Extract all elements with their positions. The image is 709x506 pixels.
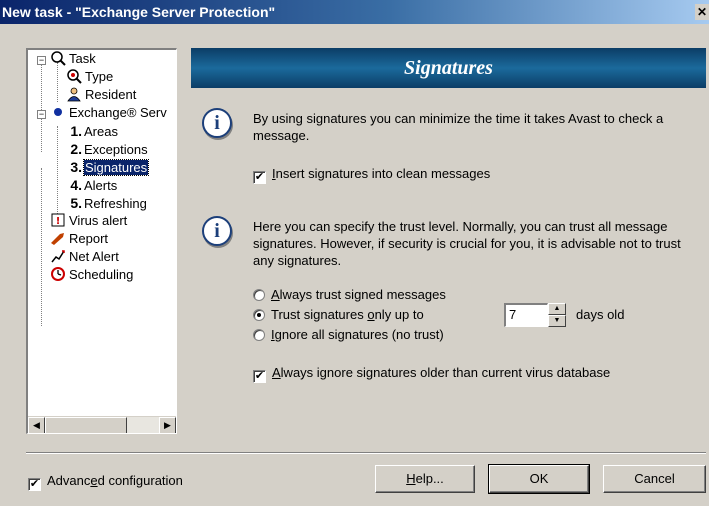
tree-item-scheduling[interactable]: Scheduling — [50, 266, 133, 284]
tree-item-label: Report — [69, 231, 109, 246]
trust-text: Here you can specify the trust level. No… — [253, 219, 681, 268]
accel-key: H — [406, 471, 416, 486]
spin-up-icon[interactable]: ▲ — [548, 303, 566, 315]
scroll-thumb[interactable] — [45, 417, 127, 433]
tree-item-label: Resident — [85, 87, 137, 102]
intro-text: By using signatures you can minimize the… — [253, 111, 664, 143]
tree-item-label: Refreshing — [84, 196, 147, 211]
radio-trust-up-to[interactable]: Trust signatures only up to — [253, 307, 424, 323]
tree-item-resident[interactable]: Resident — [66, 86, 136, 104]
checkbox-box[interactable]: ✔ — [253, 171, 266, 184]
step-number: 1. — [70, 123, 82, 139]
days-input[interactable]: 7 — [504, 303, 548, 327]
tree-horizontal-scrollbar[interactable]: ◀ ▶ — [28, 416, 176, 433]
checkbox-label: lways ignore signatures older than curre… — [280, 365, 611, 380]
info-icon: i — [202, 108, 232, 138]
task-icon — [50, 50, 66, 66]
radio-label: lways trust signed messages — [279, 287, 446, 302]
tree-item-areas[interactable]: 1. Areas — [64, 122, 118, 140]
type-icon — [66, 68, 82, 84]
tree-connector — [57, 62, 58, 102]
button-label: OK — [529, 471, 549, 486]
exchange-dot-icon — [50, 104, 66, 120]
report-icon — [50, 230, 66, 246]
svg-text:!: ! — [56, 216, 61, 227]
always-ignore-older-checkbox[interactable]: ✔ Always ignore signatures older than cur… — [253, 365, 611, 383]
tree-item-label: Exchange® Serv — [69, 105, 167, 120]
help-button[interactable]: Help... — [375, 465, 475, 493]
advanced-configuration-checkbox[interactable]: ✔ Advanced configuration — [28, 473, 183, 491]
checkbox-label: nsert signatures into clean messages — [275, 166, 491, 181]
radio-ignore-all[interactable]: Ignore all signatures (no trust) — [253, 327, 444, 343]
net-alert-icon — [50, 248, 66, 264]
checkbox-label: d configuration — [97, 473, 183, 488]
tree-item-task[interactable]: Task — [50, 50, 96, 68]
tree-item-alerts[interactable]: 4. Alerts — [64, 176, 117, 194]
tree-item-signatures[interactable]: 3. Signatures — [64, 158, 150, 176]
radio-label: nly up to — [374, 307, 424, 322]
checkbox-label: Advanc — [47, 473, 91, 488]
task-expander-icon[interactable]: − — [37, 56, 46, 65]
clock-icon — [50, 266, 66, 282]
task-tree[interactable]: − Task Type Resident − Exchange® Serv 1.… — [26, 48, 177, 434]
tree-connector — [41, 62, 42, 152]
tree-item-label: Signatures — [82, 159, 150, 176]
tree-item-label: Virus alert — [69, 213, 128, 228]
accel-key: A — [271, 287, 280, 302]
days-stepper[interactable]: 7 ▲ ▼ — [504, 303, 566, 327]
tree-item-label: Task — [69, 51, 96, 66]
tree-item-label: Type — [85, 69, 114, 84]
button-label: Cancel — [634, 471, 675, 486]
radio-label: Trust signatures — [271, 307, 368, 322]
radio-button[interactable] — [253, 309, 265, 321]
checkbox-box[interactable]: ✔ — [253, 370, 266, 383]
tree-connector — [57, 126, 58, 214]
info-icon: i — [202, 216, 232, 246]
checkbox-box[interactable]: ✔ — [28, 478, 41, 491]
button-label: elp... — [415, 471, 444, 486]
tree-item-exchange[interactable]: Exchange® Serv — [50, 104, 167, 122]
tree-item-label: Scheduling — [69, 267, 134, 282]
accel-key: o — [367, 307, 375, 322]
exchange-expander-icon[interactable]: − — [37, 110, 46, 119]
step-number: 5. — [70, 195, 82, 211]
page-title: Signatures — [191, 48, 706, 88]
tree-item-virus-alert[interactable]: ! Virus alert — [50, 212, 127, 230]
tree-item-type[interactable]: Type — [66, 68, 113, 86]
tree-item-label: Exceptions — [84, 142, 148, 157]
radio-always-trust[interactable]: Always trust signed messages — [253, 287, 446, 303]
tree-item-refreshing[interactable]: 5. Refreshing — [64, 194, 147, 212]
step-number: 2. — [70, 141, 82, 157]
accel-key: A — [272, 365, 281, 380]
tree-item-label: Net Alert — [69, 249, 119, 264]
tree-item-label: Areas — [84, 124, 118, 139]
step-number: 3. — [70, 159, 82, 175]
tree-item-exceptions[interactable]: 2. Exceptions — [64, 140, 148, 158]
step-number: 4. — [70, 177, 82, 193]
insert-signatures-checkbox[interactable]: ✔ Insert signatures into clean messages — [253, 166, 491, 184]
resident-icon — [66, 86, 82, 102]
days-old-label: days old — [576, 307, 625, 322]
cancel-button[interactable]: Cancel — [603, 465, 706, 493]
scroll-right-icon[interactable]: ▶ — [159, 417, 176, 433]
scroll-left-icon[interactable]: ◀ — [28, 417, 45, 433]
window-titlebar: New task - "Exchange Server Protection" … — [0, 0, 709, 24]
ok-button[interactable]: OK — [488, 464, 590, 494]
window-title: New task - "Exchange Server Protection" — [2, 4, 276, 20]
radio-button[interactable] — [253, 329, 265, 341]
tree-item-label: Alerts — [84, 178, 118, 193]
spin-down-icon[interactable]: ▼ — [548, 315, 566, 327]
tree-item-report[interactable]: Report — [50, 230, 108, 248]
close-icon[interactable]: ✕ — [695, 4, 709, 20]
accel-key: e — [90, 473, 98, 488]
footer-divider — [26, 452, 706, 454]
radio-button[interactable] — [253, 289, 265, 301]
radio-label: gnore all signatures (no trust) — [274, 327, 444, 342]
tree-connector — [41, 168, 42, 326]
virus-alert-icon: ! — [50, 212, 66, 228]
tree-item-net-alert[interactable]: Net Alert — [50, 248, 119, 266]
